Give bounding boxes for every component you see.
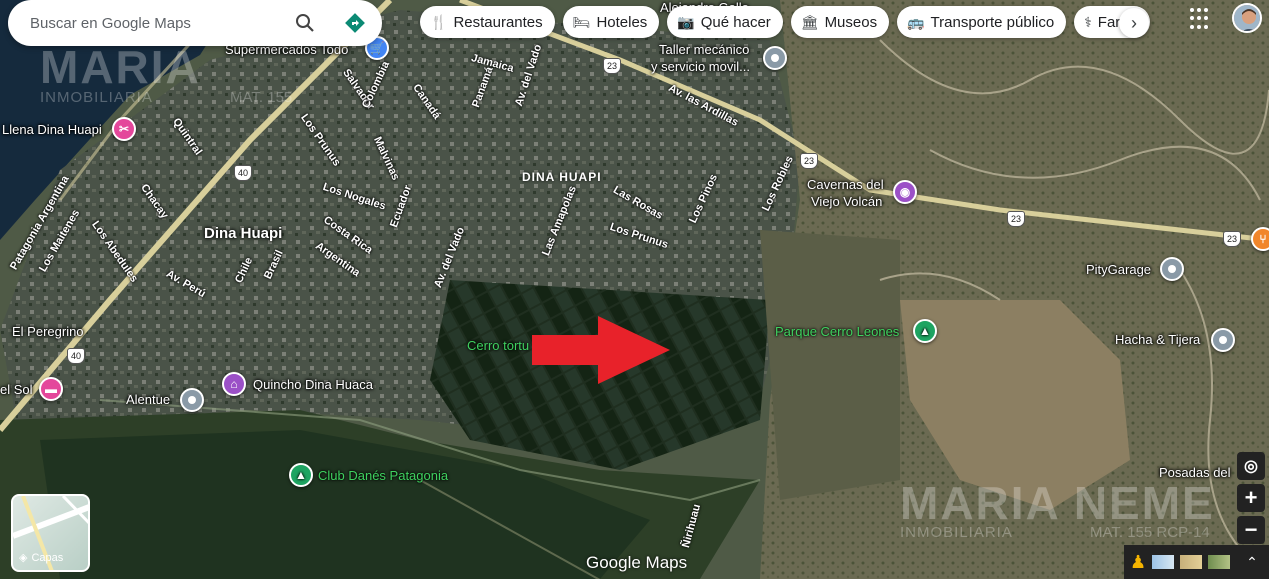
layers-button[interactable]: ◈ Capas xyxy=(11,494,90,572)
route-shield: 23 xyxy=(603,58,621,74)
district-label: DINA HUAPI xyxy=(522,170,602,184)
bottom-toolbar: ♟ ⌃ xyxy=(1124,545,1269,579)
watermark-brand-top: MARIA xyxy=(40,41,201,93)
poi-label[interactable]: el Sol xyxy=(0,382,33,397)
map-controls: ◎ + − xyxy=(1237,452,1265,548)
imagery-thumb[interactable] xyxy=(1208,555,1231,569)
chip-restaurants[interactable]: 🍴 Restaurantes xyxy=(420,6,555,38)
park-label[interactable]: Cerro tortu xyxy=(467,338,529,353)
imagery-thumb[interactable] xyxy=(1152,555,1175,569)
place-pin-icon[interactable] xyxy=(1211,328,1235,352)
museum-icon: 🏛 xyxy=(800,13,819,30)
camera-icon: 📷 xyxy=(677,13,695,30)
park-label[interactable]: Parque Cerro Leones xyxy=(775,324,899,339)
category-chips: 🍴 Restaurantes 🛏 Hoteles 📷 Qué hacer 🏛 Museo… xyxy=(420,6,1151,40)
camera-pin-icon[interactable]: ◉ xyxy=(893,180,917,204)
watermark-mat-top: MAT. 155 xyxy=(230,89,293,106)
imagery-thumb[interactable] xyxy=(1180,555,1203,569)
route-shield: 40 xyxy=(234,165,252,181)
poi-label[interactable]: Alentue xyxy=(126,392,170,407)
chip-label: Museos xyxy=(824,13,878,31)
chip-label: Transporte público xyxy=(930,13,1055,31)
gas-station-pin-icon[interactable]: ✂ xyxy=(112,117,136,141)
pegman-icon[interactable]: ♟ xyxy=(1130,552,1146,573)
watermark-mat-bottom: MAT. 155 RCP-14 xyxy=(1090,524,1210,541)
poi-label[interactable]: Llena Dina Huapi xyxy=(2,122,102,137)
layers-label: ◈ Capas xyxy=(19,551,64,565)
park-pin-icon[interactable]: ▲ xyxy=(289,463,313,487)
chip-hotels[interactable]: 🛏 Hoteles xyxy=(562,6,660,38)
chip-museums[interactable]: 🏛 Museos xyxy=(790,6,890,38)
poi-label[interactable]: Taller mecánico xyxy=(659,42,749,57)
park-label[interactable]: Club Danés Patagonia xyxy=(318,468,448,483)
route-shield: 23 xyxy=(800,153,818,169)
chip-transit[interactable]: 🚌 Transporte público xyxy=(897,6,1067,38)
poi-label[interactable]: El Peregrino xyxy=(12,324,84,339)
route-shield: 23 xyxy=(1223,231,1241,247)
town-label: Dina Huapi xyxy=(204,225,283,242)
chevron-right-icon[interactable]: › xyxy=(1119,8,1149,38)
poi-label[interactable]: Quincho Dina Huaca xyxy=(253,377,373,392)
place-pin-icon[interactable] xyxy=(1160,257,1184,281)
bus-icon: 🚌 xyxy=(907,13,925,30)
park-pin-icon[interactable]: ▲ xyxy=(913,319,937,343)
zoom-out-button[interactable]: − xyxy=(1237,516,1265,544)
hotel-pin-icon[interactable]: ▬ xyxy=(39,377,63,401)
bed-icon: 🛏 xyxy=(572,13,591,30)
apps-grid-icon[interactable] xyxy=(1190,8,1212,30)
my-location-icon[interactable]: ◎ xyxy=(1237,452,1265,480)
restaurant-pin-icon[interactable]: ⑂ xyxy=(1251,227,1269,251)
chip-label: Restaurantes xyxy=(453,13,543,31)
chip-label: Qué hacer xyxy=(700,13,771,31)
place-pin-icon[interactable] xyxy=(180,388,204,412)
zoom-in-button[interactable]: + xyxy=(1237,484,1265,512)
avatar[interactable] xyxy=(1232,3,1262,33)
chip-things-to-do[interactable]: 📷 Qué hacer xyxy=(667,6,783,38)
poi-label[interactable]: PityGarage xyxy=(1086,262,1151,277)
place-pin-icon[interactable] xyxy=(763,46,787,70)
directions-icon[interactable] xyxy=(343,11,367,35)
search-box[interactable] xyxy=(8,0,382,46)
watermark-sub-bottom: INMOBILIARIA xyxy=(900,524,1013,541)
poi-label[interactable]: Viejo Volcán xyxy=(811,194,882,209)
poi-label[interactable]: y servicio movil... xyxy=(651,59,750,74)
poi-label[interactable]: Posadas del xyxy=(1159,465,1231,480)
search-input[interactable] xyxy=(30,14,280,32)
route-shield: 40 xyxy=(67,348,85,364)
watermark-sub-top: INMOBILIARIA xyxy=(40,89,153,106)
chip-label: Hoteles xyxy=(596,13,648,31)
fork-knife-icon: 🍴 xyxy=(430,13,448,30)
watermark-brand-bottom: MARIA NEME xyxy=(900,477,1215,529)
search-icon[interactable] xyxy=(293,11,317,35)
expand-icon[interactable]: ⌃ xyxy=(1246,554,1258,571)
poi-label[interactable]: Hacha & Tijera xyxy=(1115,332,1200,347)
google-maps-logo: Google Maps xyxy=(586,553,688,572)
layers-icon: ◈ xyxy=(19,552,28,564)
house-pin-icon[interactable]: ⌂ xyxy=(222,372,246,396)
route-shield: 23 xyxy=(1007,211,1025,227)
poi-label[interactable]: Cavernas del xyxy=(807,177,884,192)
pharmacy-icon: ⚕ xyxy=(1084,13,1092,30)
